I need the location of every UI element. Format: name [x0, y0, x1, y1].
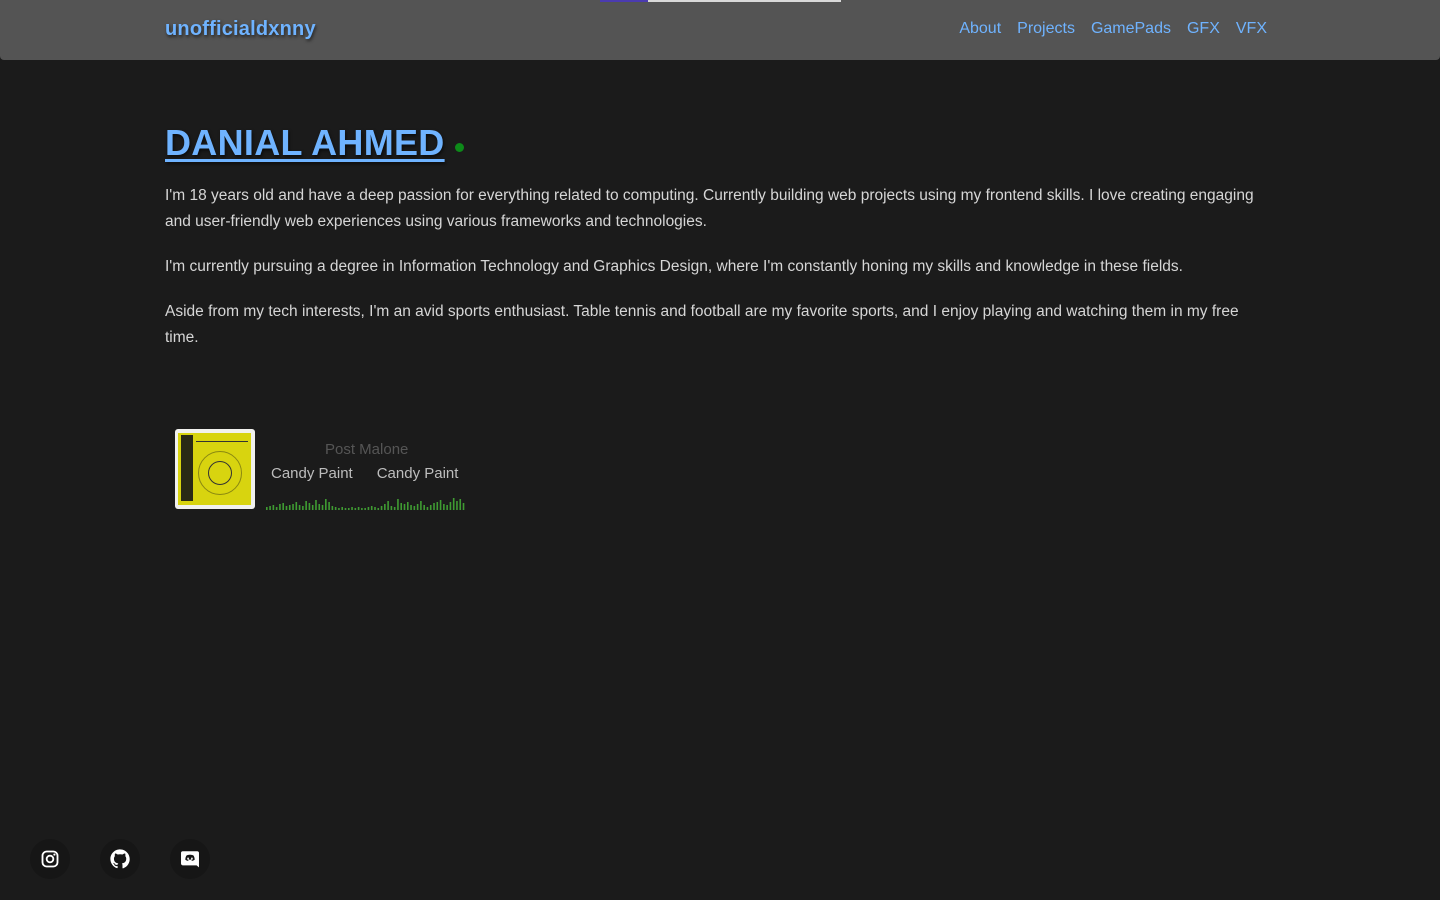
waveform-bar — [400, 503, 403, 510]
waveform-bar — [325, 499, 327, 510]
bio-paragraph: I'm currently pursuing a degree in Infor… — [165, 258, 1183, 275]
waveform-bar — [433, 503, 435, 510]
online-status-dot — [454, 142, 464, 152]
waveform-bar — [367, 507, 370, 510]
name-heading-row: DANIAL AHMED — [165, 118, 1275, 168]
album-cover-art — [178, 433, 251, 505]
waveform-bar — [426, 507, 429, 510]
discord-icon — [181, 851, 199, 868]
waveform-bar — [364, 508, 366, 510]
waveform-bar — [370, 506, 373, 510]
cover-line — [196, 441, 248, 442]
brand-logo-link[interactable]: unofficialdxnny — [165, 18, 316, 41]
waveform-bar — [318, 504, 321, 510]
discord-link[interactable] — [170, 839, 210, 879]
waveform-bar — [459, 499, 462, 510]
track-title: Candy Paint — [271, 465, 353, 482]
waveform-bar — [275, 507, 278, 510]
waveform-bar — [354, 508, 357, 510]
nav-link-vfx[interactable]: VFX — [1236, 20, 1267, 38]
waveform-bar — [462, 503, 465, 510]
waveform-bar — [443, 504, 445, 510]
audio-waveform — [266, 498, 465, 510]
waveform-bar — [446, 505, 448, 510]
profile-name-link[interactable]: DANIAL AHMED — [165, 122, 445, 164]
bio: I'm 18 years old and have a deep passion… — [165, 183, 1275, 351]
waveform-bar — [403, 504, 406, 510]
waveform-bar — [269, 506, 271, 510]
instagram-link[interactable] — [30, 839, 70, 879]
nav-link-about[interactable]: About — [959, 20, 1001, 38]
track-info: Candy Paint Candy Paint — [271, 465, 458, 482]
waveform-bar — [315, 500, 317, 510]
waveform-bar — [266, 507, 268, 510]
scroll-progress-bar — [600, 0, 841, 2]
waveform-bar — [288, 505, 291, 510]
artist-name: Post Malone — [325, 441, 409, 458]
waveform-bar — [347, 508, 350, 510]
waveform-bar — [285, 506, 288, 510]
waveform-bar — [423, 505, 425, 510]
waveform-bar — [344, 508, 347, 510]
waveform-bar — [449, 502, 452, 510]
cover-stripe — [181, 435, 193, 501]
waveform-bar — [272, 505, 275, 510]
waveform-bar — [406, 502, 409, 510]
waveform-bar — [390, 506, 393, 510]
scroll-progress-fill — [600, 0, 649, 2]
github-icon — [110, 849, 130, 869]
waveform-bar — [292, 504, 294, 510]
waveform-bar — [420, 501, 422, 510]
github-link[interactable] — [100, 839, 140, 879]
waveform-bar — [298, 505, 301, 510]
about-section: DANIAL AHMED I'm 18 years old and have a… — [165, 118, 1275, 351]
waveform-bar — [282, 503, 284, 510]
waveform-bar — [311, 505, 314, 510]
waveform-bar — [361, 508, 363, 510]
waveform-bar — [397, 499, 399, 510]
waveform-bar — [456, 501, 458, 510]
waveform-bar — [413, 506, 416, 510]
waveform-bar — [416, 504, 419, 510]
bio-paragraph: I'm 18 years old and have a deep passion… — [165, 187, 1254, 230]
now-playing-widget[interactable]: Post Malone Candy Paint Candy Paint — [175, 429, 475, 514]
waveform-bar — [341, 507, 344, 510]
waveform-bar — [357, 507, 360, 510]
waveform-bar — [331, 506, 334, 510]
waveform-bar — [338, 508, 340, 510]
top-navbar: unofficialdxnny About Projects GamePads … — [0, 0, 1440, 60]
nav-link-projects[interactable]: Projects — [1017, 20, 1075, 38]
waveform-bar — [436, 502, 439, 510]
waveform-bar — [410, 505, 412, 510]
waveform-bar — [452, 498, 455, 510]
waveform-bar — [393, 507, 396, 510]
waveform-bar — [429, 505, 432, 510]
waveform-bar — [279, 504, 281, 510]
album-cover — [175, 429, 255, 509]
main-nav: About Projects GamePads GFX VFX — [959, 20, 1267, 38]
waveform-bar — [387, 501, 389, 510]
instagram-icon — [41, 850, 59, 868]
cover-disc — [208, 461, 232, 485]
waveform-bar — [377, 508, 380, 510]
waveform-bar — [295, 502, 298, 510]
waveform-bar — [302, 506, 304, 510]
waveform-bar — [321, 505, 324, 510]
waveform-bar — [308, 503, 311, 510]
waveform-bar — [374, 507, 376, 510]
waveform-bar — [384, 504, 386, 510]
nav-link-gamepads[interactable]: GamePads — [1091, 20, 1171, 38]
waveform-bar — [351, 507, 353, 510]
bio-paragraph: Aside from my tech interests, I'm an avi… — [165, 303, 1239, 346]
album-title: Candy Paint — [376, 465, 459, 482]
waveform-bar — [334, 507, 337, 510]
nav-link-gfx[interactable]: GFX — [1187, 20, 1220, 38]
waveform-bar — [380, 506, 383, 510]
waveform-bar — [439, 500, 442, 510]
waveform-bar — [305, 501, 307, 510]
waveform-bar — [328, 502, 330, 510]
